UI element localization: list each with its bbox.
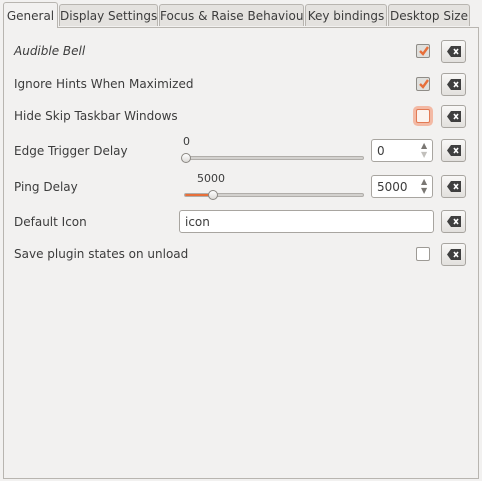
hide-skip-taskbar-label: Hide Skip Taskbar Windows: [14, 109, 178, 123]
checkmark-icon: [419, 79, 429, 89]
edge-trigger-delay-spin-value[interactable]: 0: [377, 144, 385, 158]
ping-delay-label: Ping Delay: [14, 180, 78, 194]
edge-trigger-delay-spinbox[interactable]: 0 ▲ ▼: [371, 139, 433, 162]
hide-skip-taskbar-reset-button[interactable]: [441, 105, 466, 128]
tab-desktop-size[interactable]: Desktop Size: [388, 4, 470, 26]
clear-backspace-icon: [447, 111, 461, 122]
ignore-hints-reset-button[interactable]: [441, 73, 466, 96]
edge-trigger-delay-label: Edge Trigger Delay: [14, 144, 128, 158]
edge-trigger-delay-slider[interactable]: [184, 156, 364, 160]
ignore-hints-label: Ignore Hints When Maximized: [14, 77, 194, 91]
clear-backspace-icon: [447, 79, 461, 90]
edge-trigger-delay-reset-button[interactable]: [441, 139, 466, 162]
clear-backspace-icon: [447, 216, 461, 227]
edge-trigger-delay-slider-thumb[interactable]: [181, 153, 191, 163]
save-plugin-states-reset-button[interactable]: [441, 243, 466, 266]
edge-trigger-delay-slider-value: 0: [183, 135, 190, 148]
chevron-up-icon[interactable]: ▲: [421, 178, 427, 186]
tab-general[interactable]: General: [3, 2, 58, 28]
clear-backspace-icon: [447, 46, 461, 57]
tab-bar: General Display Settings Focus & Raise B…: [0, 0, 482, 28]
audible-bell-label: Audible Bell: [14, 44, 86, 58]
chevron-down-icon[interactable]: ▼: [421, 187, 427, 195]
tab-display-settings[interactable]: Display Settings: [59, 4, 158, 26]
clear-backspace-icon: [447, 249, 461, 260]
tab-key-bindings[interactable]: Key bindings: [305, 4, 387, 26]
checkmark-icon: [419, 46, 429, 56]
spin-arrows: ▲ ▼: [419, 177, 431, 196]
default-icon-reset-button[interactable]: [441, 210, 466, 233]
chevron-down-icon[interactable]: ▼: [421, 151, 427, 159]
ignore-hints-checkbox[interactable]: [416, 77, 430, 91]
audible-bell-checkbox[interactable]: [416, 44, 430, 58]
default-icon-label: Default Icon: [14, 215, 87, 229]
spin-arrows: ▲ ▼: [419, 141, 431, 160]
chevron-up-icon[interactable]: ▲: [421, 142, 427, 150]
clear-backspace-icon: [447, 145, 461, 156]
audible-bell-reset-button[interactable]: [441, 40, 466, 63]
default-icon-input[interactable]: icon: [179, 210, 434, 233]
ping-delay-slider-thumb[interactable]: [208, 190, 218, 200]
save-plugin-states-label: Save plugin states on unload: [14, 247, 189, 261]
clear-backspace-icon: [447, 181, 461, 192]
ping-delay-slider-value: 5000: [197, 172, 225, 185]
ping-delay-spin-value[interactable]: 5000: [377, 180, 408, 194]
save-plugin-states-checkbox[interactable]: [416, 247, 430, 261]
tab-focus-raise-behaviour[interactable]: Focus & Raise Behaviour: [159, 4, 304, 26]
ping-delay-spinbox[interactable]: 5000 ▲ ▼: [371, 175, 433, 198]
hide-skip-taskbar-checkbox[interactable]: [416, 109, 430, 123]
ping-delay-reset-button[interactable]: [441, 175, 466, 198]
